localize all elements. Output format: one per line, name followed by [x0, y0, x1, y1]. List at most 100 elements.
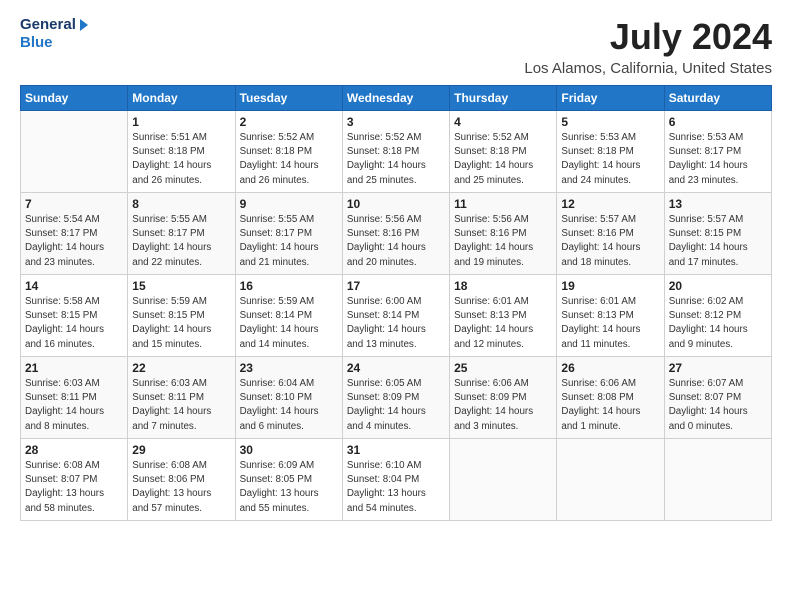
- logo-general: General: [20, 16, 76, 34]
- day-info: Sunrise: 6:10 AMSunset: 8:04 PMDaylight:…: [347, 459, 445, 516]
- location-subtitle: Los Alamos, California, United States: [524, 60, 772, 77]
- day-number: 21: [25, 361, 123, 375]
- day-info: Sunrise: 6:09 AMSunset: 8:05 PMDaylight:…: [240, 459, 338, 516]
- calendar-cell: 29 Sunrise: 6:08 AMSunset: 8:06 PMDayligh…: [128, 439, 235, 521]
- day-number: 22: [132, 361, 230, 375]
- day-info: Sunrise: 6:08 AMSunset: 8:07 PMDaylight:…: [25, 459, 123, 516]
- day-info: Sunrise: 5:57 AMSunset: 8:16 PMDaylight:…: [561, 213, 659, 270]
- calendar-week-row: 28 Sunrise: 6:08 AMSunset: 8:07 PMDayligh…: [21, 439, 772, 521]
- day-number: 6: [669, 115, 767, 129]
- logo-arrow-icon: [80, 19, 88, 31]
- day-info: Sunrise: 5:59 AMSunset: 8:14 PMDaylight:…: [240, 295, 338, 352]
- day-number: 23: [240, 361, 338, 375]
- day-info: Sunrise: 6:03 AMSunset: 8:11 PMDaylight:…: [132, 377, 230, 434]
- day-header-wednesday: Wednesday: [342, 86, 449, 111]
- day-number: 29: [132, 443, 230, 457]
- day-info: Sunrise: 6:06 AMSunset: 8:09 PMDaylight:…: [454, 377, 552, 434]
- calendar-cell: [664, 439, 771, 521]
- day-info: Sunrise: 5:52 AMSunset: 8:18 PMDaylight:…: [347, 131, 445, 188]
- calendar-cell: 28 Sunrise: 6:08 AMSunset: 8:07 PMDayligh…: [21, 439, 128, 521]
- day-info: Sunrise: 6:00 AMSunset: 8:14 PMDaylight:…: [347, 295, 445, 352]
- day-info: Sunrise: 6:05 AMSunset: 8:09 PMDaylight:…: [347, 377, 445, 434]
- calendar-cell: 15Sunrise: 5:59 AMSunset: 8:15 PMDayligh…: [128, 275, 235, 357]
- calendar-cell: 23 Sunrise: 6:04 AMSunset: 8:10 PMDayligh…: [235, 357, 342, 439]
- calendar-cell: 19 Sunrise: 6:01 AMSunset: 8:13 PMDayligh…: [557, 275, 664, 357]
- day-number: 25: [454, 361, 552, 375]
- day-number: 1: [132, 115, 230, 129]
- calendar-cell: 10 Sunrise: 5:56 AMSunset: 8:16 PMDayligh…: [342, 193, 449, 275]
- calendar-cell: 31 Sunrise: 6:10 AMSunset: 8:04 PMDayligh…: [342, 439, 449, 521]
- calendar-cell: 11 Sunrise: 5:56 AMSunset: 8:16 PMDayligh…: [450, 193, 557, 275]
- day-header-thursday: Thursday: [450, 86, 557, 111]
- day-number: 20: [669, 279, 767, 293]
- day-header-sunday: Sunday: [21, 86, 128, 111]
- day-info: Sunrise: 5:58 AMSunset: 8:15 PMDaylight:…: [25, 295, 123, 352]
- day-number: 10: [347, 197, 445, 211]
- day-info: Sunrise: 5:51 AMSunset: 8:18 PMDaylight:…: [132, 131, 230, 188]
- calendar-cell: 2 Sunrise: 5:52 AMSunset: 8:18 PMDaylight…: [235, 111, 342, 193]
- calendar-cell: 25 Sunrise: 6:06 AMSunset: 8:09 PMDayligh…: [450, 357, 557, 439]
- calendar-cell: 5Sunrise: 5:53 AMSunset: 8:18 PMDaylight…: [557, 111, 664, 193]
- day-info: Sunrise: 6:04 AMSunset: 8:10 PMDaylight:…: [240, 377, 338, 434]
- day-info: Sunrise: 5:52 AMSunset: 8:18 PMDaylight:…: [240, 131, 338, 188]
- day-number: 19: [561, 279, 659, 293]
- day-number: 9: [240, 197, 338, 211]
- day-info: Sunrise: 6:02 AMSunset: 8:12 PMDaylight:…: [669, 295, 767, 352]
- calendar-cell: 6 Sunrise: 5:53 AMSunset: 8:17 PMDaylight…: [664, 111, 771, 193]
- calendar-cell: 22 Sunrise: 6:03 AMSunset: 8:11 PMDayligh…: [128, 357, 235, 439]
- day-number: 24: [347, 361, 445, 375]
- day-info: Sunrise: 5:53 AMSunset: 8:18 PMDaylight:…: [561, 131, 659, 188]
- calendar-week-row: 7 Sunrise: 5:54 AMSunset: 8:17 PMDaylight…: [21, 193, 772, 275]
- day-info: Sunrise: 5:56 AMSunset: 8:16 PMDaylight:…: [454, 213, 552, 270]
- day-header-saturday: Saturday: [664, 86, 771, 111]
- calendar-cell: 30 Sunrise: 6:09 AMSunset: 8:05 PMDayligh…: [235, 439, 342, 521]
- calendar-cell: [557, 439, 664, 521]
- day-info: Sunrise: 5:52 AMSunset: 8:18 PMDaylight:…: [454, 131, 552, 188]
- day-number: 12: [561, 197, 659, 211]
- day-number: 18: [454, 279, 552, 293]
- day-number: 26: [561, 361, 659, 375]
- day-info: Sunrise: 5:56 AMSunset: 8:16 PMDaylight:…: [347, 213, 445, 270]
- calendar-cell: 8 Sunrise: 5:55 AMSunset: 8:17 PMDaylight…: [128, 193, 235, 275]
- calendar-cell: 17 Sunrise: 6:00 AMSunset: 8:14 PMDayligh…: [342, 275, 449, 357]
- day-number: 30: [240, 443, 338, 457]
- day-info: Sunrise: 5:54 AMSunset: 8:17 PMDaylight:…: [25, 213, 123, 270]
- calendar-week-row: 14 Sunrise: 5:58 AMSunset: 8:15 PMDayligh…: [21, 275, 772, 357]
- calendar-cell: 13Sunrise: 5:57 AMSunset: 8:15 PMDayligh…: [664, 193, 771, 275]
- day-info: Sunrise: 6:08 AMSunset: 8:06 PMDaylight:…: [132, 459, 230, 516]
- day-number: 4: [454, 115, 552, 129]
- day-number: 14: [25, 279, 123, 293]
- day-info: Sunrise: 6:01 AMSunset: 8:13 PMDaylight:…: [561, 295, 659, 352]
- day-info: Sunrise: 5:55 AMSunset: 8:17 PMDaylight:…: [240, 213, 338, 270]
- calendar-cell: 18 Sunrise: 6:01 AMSunset: 8:13 PMDayligh…: [450, 275, 557, 357]
- logo: General Blue: [20, 16, 88, 52]
- day-number: 7: [25, 197, 123, 211]
- calendar-cell: [21, 111, 128, 193]
- calendar-cell: 7 Sunrise: 5:54 AMSunset: 8:17 PMDaylight…: [21, 193, 128, 275]
- calendar-cell: 21 Sunrise: 6:03 AMSunset: 8:11 PMDayligh…: [21, 357, 128, 439]
- calendar-cell: [450, 439, 557, 521]
- day-info: Sunrise: 5:53 AMSunset: 8:17 PMDaylight:…: [669, 131, 767, 188]
- day-header-tuesday: Tuesday: [235, 86, 342, 111]
- day-number: 28: [25, 443, 123, 457]
- day-number: 8: [132, 197, 230, 211]
- day-number: 31: [347, 443, 445, 457]
- day-number: 2: [240, 115, 338, 129]
- calendar-cell: 26 Sunrise: 6:06 AMSunset: 8:08 PMDayligh…: [557, 357, 664, 439]
- day-info: Sunrise: 5:57 AMSunset: 8:15 PMDaylight:…: [669, 213, 767, 270]
- day-info: Sunrise: 5:55 AMSunset: 8:17 PMDaylight:…: [132, 213, 230, 270]
- calendar-header-row: SundayMondayTuesdayWednesdayThursdayFrid…: [21, 86, 772, 111]
- calendar-cell: 16Sunrise: 5:59 AMSunset: 8:14 PMDayligh…: [235, 275, 342, 357]
- day-number: 11: [454, 197, 552, 211]
- page-header: General Blue July 2024 Los Alamos, Calif…: [20, 16, 772, 77]
- day-info: Sunrise: 6:03 AMSunset: 8:11 PMDaylight:…: [25, 377, 123, 434]
- calendar-cell: 20 Sunrise: 6:02 AMSunset: 8:12 PMDayligh…: [664, 275, 771, 357]
- calendar-cell: 3Sunrise: 5:52 AMSunset: 8:18 PMDaylight…: [342, 111, 449, 193]
- day-info: Sunrise: 6:07 AMSunset: 8:07 PMDaylight:…: [669, 377, 767, 434]
- day-info: Sunrise: 6:01 AMSunset: 8:13 PMDaylight:…: [454, 295, 552, 352]
- day-info: Sunrise: 6:06 AMSunset: 8:08 PMDaylight:…: [561, 377, 659, 434]
- day-number: 17: [347, 279, 445, 293]
- calendar-cell: 14 Sunrise: 5:58 AMSunset: 8:15 PMDayligh…: [21, 275, 128, 357]
- month-year-title: July 2024: [524, 16, 772, 58]
- calendar-table: SundayMondayTuesdayWednesdayThursdayFrid…: [20, 85, 772, 521]
